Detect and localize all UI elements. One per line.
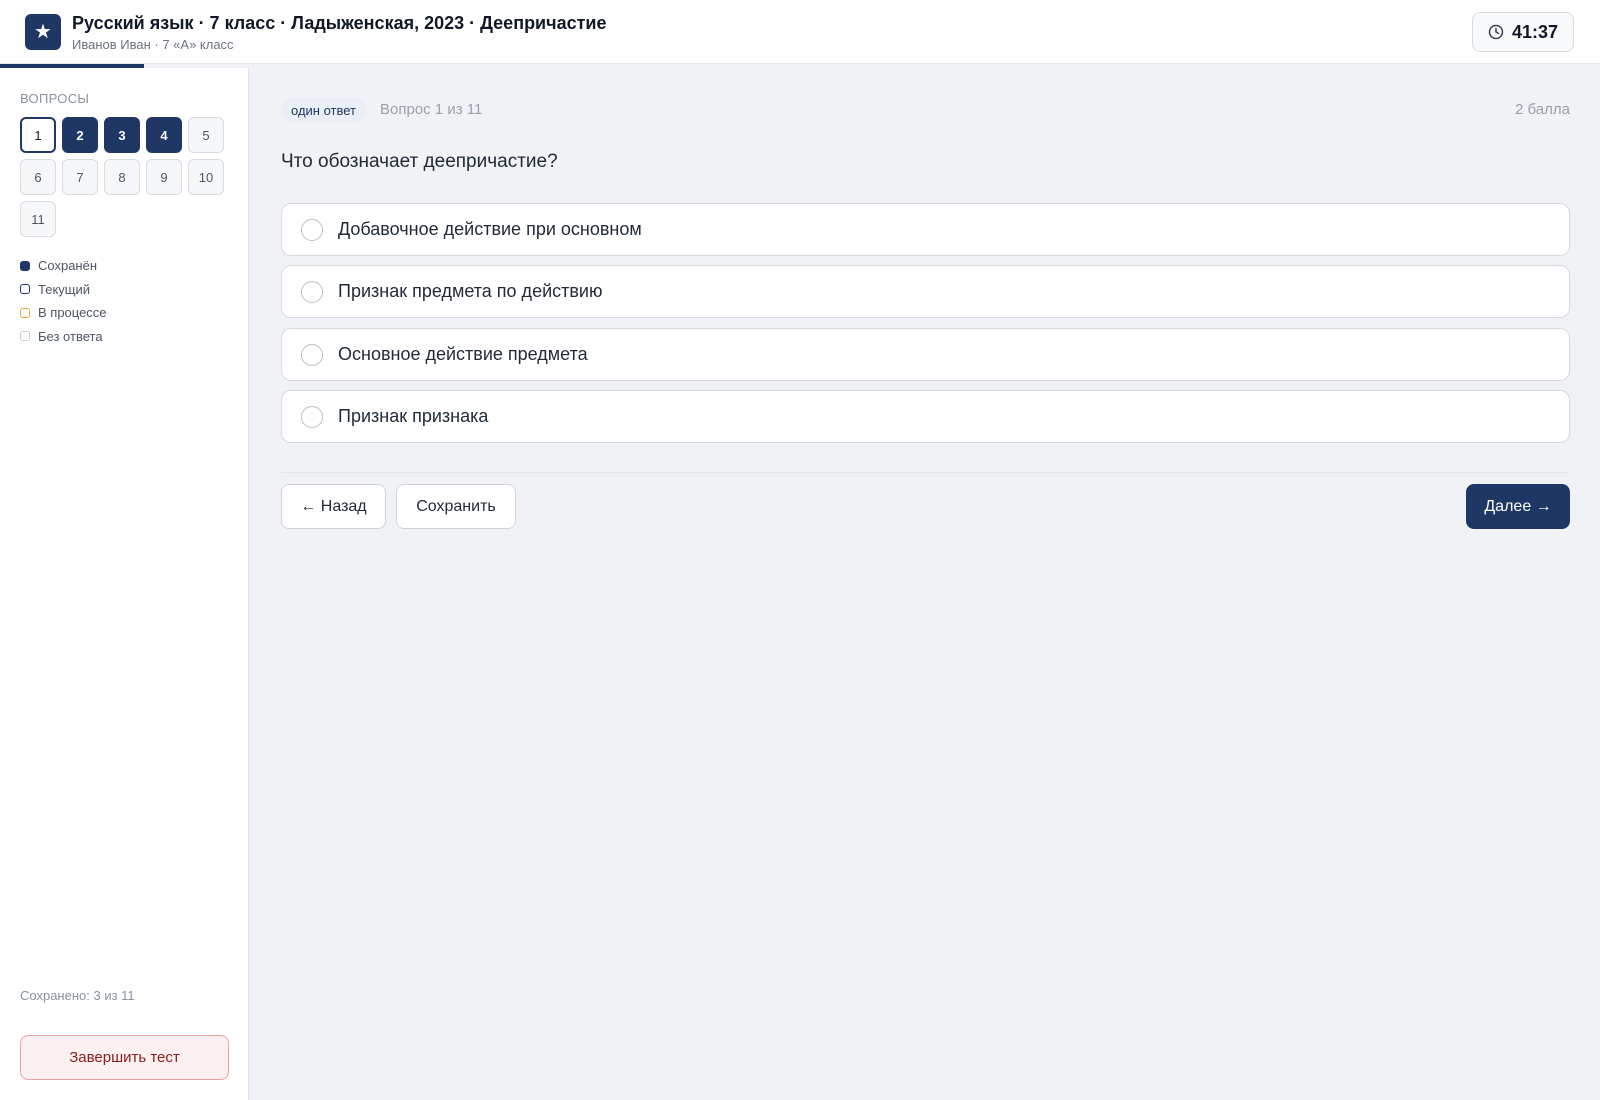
next-button[interactable]: Далее → bbox=[1466, 484, 1570, 529]
sidebar-heading: ВОПРОСЫ bbox=[20, 91, 90, 106]
legend-label: Сохранён bbox=[38, 258, 98, 273]
radio-button[interactable] bbox=[301, 405, 323, 428]
question-nav-7[interactable]: 7 bbox=[62, 159, 98, 195]
answer-option[interactable]: Добавочное действие при основном bbox=[281, 203, 1570, 256]
legend-swatch bbox=[20, 331, 30, 341]
question-counter: Вопрос 1 из 11 bbox=[380, 101, 483, 118]
radio-button[interactable] bbox=[301, 219, 323, 241]
legend-item: Сохранён bbox=[20, 258, 97, 273]
timer: 41:37 bbox=[1472, 12, 1574, 52]
answer-option[interactable]: Признак признака bbox=[281, 389, 1570, 443]
page-title: Русский язык · 7 класс · Ладыженская, 20… bbox=[72, 13, 607, 33]
question-nav-11[interactable]: 11 bbox=[20, 201, 56, 237]
legend-swatch bbox=[20, 307, 30, 318]
legend-label: В процессе bbox=[38, 305, 107, 320]
legend-label: Текущий bbox=[38, 281, 90, 297]
answer-option-label: Признак признака bbox=[338, 405, 489, 426]
clock-icon bbox=[1488, 24, 1504, 40]
timer-value: 41:37 bbox=[1511, 21, 1559, 42]
star-logo-icon: ★ bbox=[25, 14, 61, 50]
radio-button[interactable] bbox=[301, 281, 323, 304]
answer-option-label: Основное действие предмета bbox=[338, 343, 588, 364]
question-points: 2 балла bbox=[1515, 101, 1570, 118]
question-nav-5[interactable]: 5 bbox=[188, 117, 224, 153]
question-nav-3[interactable]: 3 bbox=[104, 117, 140, 153]
question-nav-2[interactable]: 2 bbox=[62, 117, 98, 153]
back-button[interactable]: ← Назад bbox=[281, 484, 386, 529]
divider bbox=[281, 472, 1570, 473]
finish-test-button[interactable]: Завершить тест bbox=[20, 1035, 229, 1080]
question-text: Что обозначает деепричастие? bbox=[281, 151, 558, 172]
legend-item: В процессе bbox=[20, 305, 107, 320]
answer-option-label: Добавочное действие при основном bbox=[338, 219, 642, 239]
top-bar: ★ Русский язык · 7 класс · Ладыженская, … bbox=[0, 0, 1600, 64]
save-button[interactable]: Сохранить bbox=[396, 484, 516, 529]
answer-option[interactable]: Основное действие предмета bbox=[281, 327, 1570, 381]
question-meta: один ответ Вопрос 1 из 11 2 балла bbox=[281, 98, 1570, 122]
legend-swatch bbox=[20, 284, 30, 294]
legend-item: Без ответа bbox=[20, 329, 103, 344]
legend-item: Текущий bbox=[20, 282, 90, 297]
question-nav-10[interactable]: 10 bbox=[188, 159, 224, 195]
answer-option-label: Признак предмета по действию bbox=[338, 281, 603, 302]
question-nav-6[interactable]: 6 bbox=[20, 159, 56, 195]
legend-swatch bbox=[20, 260, 30, 271]
question-nav-4[interactable]: 4 bbox=[146, 117, 182, 153]
question-nav-9[interactable]: 9 bbox=[146, 159, 182, 195]
questions-sidebar: ВОПРОСЫ 1 2 3 4 5 6 7 8 9 10 11 Сохранён Текущий В п… bbox=[0, 68, 249, 1100]
question-nav-8[interactable]: 8 bbox=[104, 159, 140, 195]
question-type-badge: один ответ bbox=[281, 98, 366, 122]
answer-option[interactable]: Признак предмета по действию bbox=[281, 265, 1570, 319]
saved-count: Сохранено: 3 из 11 bbox=[20, 988, 135, 1003]
question-nav-1[interactable]: 1 bbox=[20, 117, 56, 153]
radio-button[interactable] bbox=[301, 343, 323, 366]
student-info: Иванов Иван · 7 «А» класс bbox=[72, 37, 234, 52]
legend-label: Без ответа bbox=[38, 328, 103, 344]
